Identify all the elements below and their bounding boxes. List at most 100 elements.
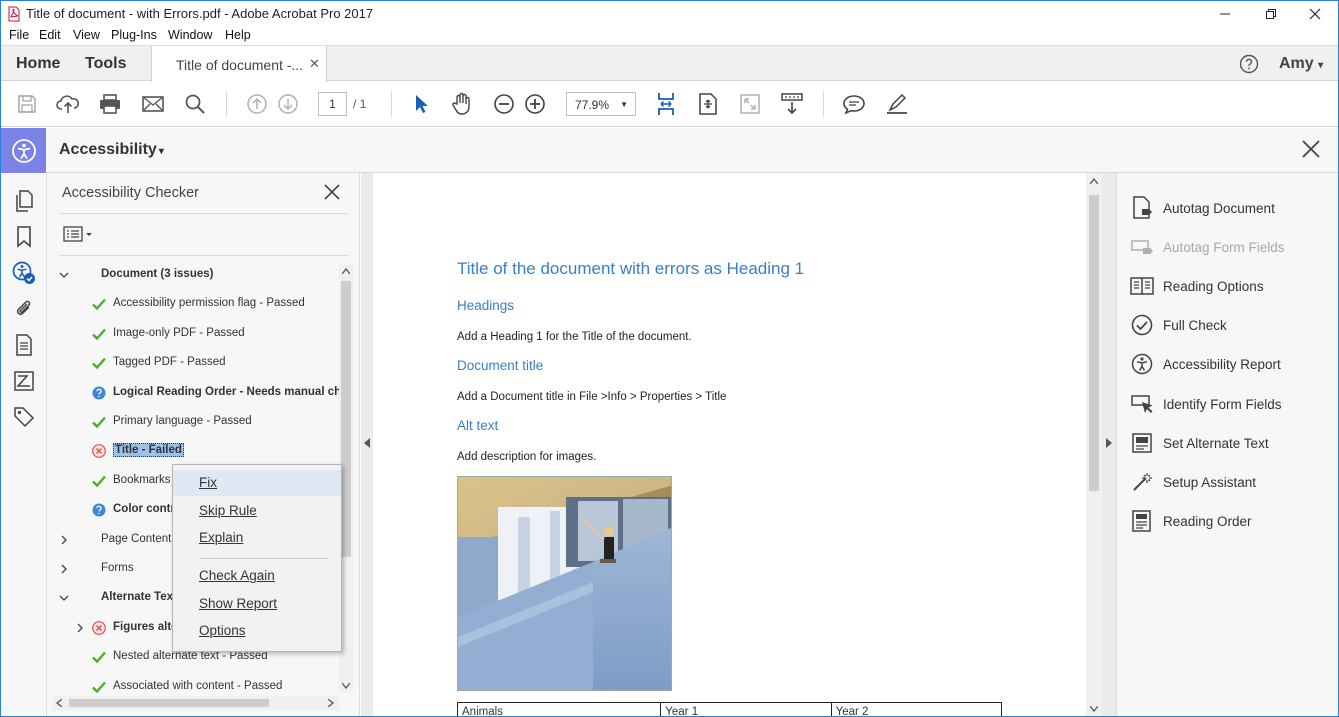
context-menu: Fix Skip Rule Explain Check Again Show R…	[172, 464, 342, 652]
highlight-pen-icon[interactable]	[885, 92, 909, 116]
accessibility-icon[interactable]	[1, 128, 46, 173]
scroll-left-icon[interactable]	[56, 699, 62, 707]
collapse-left-icon[interactable]	[364, 438, 370, 448]
chevron-right-icon[interactable]	[75, 622, 85, 636]
close-window-button[interactable]	[1292, 1, 1338, 26]
fit-page-icon[interactable]	[696, 92, 720, 116]
checker-row[interactable]: Logical Reading Order - Needs manual che…	[47, 382, 339, 404]
close-tool-icon[interactable]	[1300, 138, 1322, 165]
right-panel-toggle[interactable]	[1102, 173, 1116, 716]
menu-edit[interactable]: Edit	[39, 28, 61, 42]
scroll-down-icon[interactable]	[1090, 706, 1098, 712]
print-icon[interactable]	[98, 92, 122, 116]
toolbar-separator	[823, 91, 824, 117]
select-tool-icon[interactable]	[409, 92, 433, 116]
cloud-upload-icon[interactable]	[56, 92, 80, 116]
chevron-down-icon[interactable]	[59, 592, 69, 606]
content-icon[interactable]	[12, 333, 36, 357]
context-menu-options[interactable]: Options	[173, 618, 341, 644]
context-menu-explain[interactable]: Explain	[173, 525, 341, 551]
bookmarks-icon[interactable]	[12, 225, 36, 249]
horizontal-scrollbar[interactable]	[53, 696, 339, 710]
context-menu-check-again[interactable]: Check Again	[173, 563, 341, 589]
menu-plug-ins[interactable]: Plug-Ins	[111, 28, 157, 42]
left-panel-toggle[interactable]	[361, 173, 373, 716]
tool-autotag-document[interactable]: Autotag Document	[1117, 188, 1338, 227]
tool-reading-options[interactable]: Reading Options	[1117, 266, 1338, 305]
menu-view[interactable]: View	[73, 28, 100, 42]
comment-icon[interactable]	[842, 92, 866, 116]
close-checker-icon[interactable]	[323, 183, 341, 206]
pages-icon[interactable]	[12, 189, 36, 213]
tool-set-alternate-text[interactable]: Set Alternate Text	[1117, 423, 1338, 462]
full-screen-icon[interactable]	[738, 92, 762, 116]
chevron-down-icon[interactable]	[59, 269, 69, 283]
checker-row[interactable]: Accessibility permission flag - Passed	[47, 293, 339, 315]
close-tab-icon[interactable]: ✕	[309, 56, 320, 72]
scroll-up-icon[interactable]	[1090, 178, 1098, 184]
hand-tool-icon[interactable]	[450, 92, 474, 116]
scroll-thumb[interactable]	[1089, 195, 1099, 491]
scroll-right-icon[interactable]	[328, 699, 334, 707]
accessibility-tool-bar: Accessibility ▾	[1, 128, 1338, 173]
passed-status-icon	[92, 356, 106, 370]
page-total: / 1	[353, 97, 367, 111]
checker-row[interactable]: Primary language - Passed	[47, 411, 339, 433]
menu-file[interactable]: File	[9, 28, 29, 42]
checker-row[interactable]: Title - Failed	[47, 440, 339, 462]
tags-icon[interactable]	[12, 405, 36, 429]
accessibility-checker-icon[interactable]	[12, 261, 36, 285]
document-vertical-scrollbar[interactable]	[1086, 173, 1102, 716]
help-icon[interactable]	[1239, 54, 1259, 79]
attachments-icon[interactable]	[12, 297, 36, 321]
chevron-right-icon[interactable]	[59, 534, 69, 548]
chevron-right-icon[interactable]	[59, 563, 69, 577]
menu-help[interactable]: Help	[225, 28, 251, 42]
section-heading: Document title	[457, 358, 544, 373]
tool-identify-form-fields[interactable]: Identify Form Fields	[1117, 384, 1338, 423]
context-menu-skip-rule[interactable]: Skip Rule	[173, 498, 341, 524]
scroll-down-icon[interactable]	[342, 683, 350, 689]
tab-tools[interactable]: Tools	[85, 55, 126, 73]
context-menu-fix[interactable]: Fix	[173, 470, 341, 496]
zoom-in-icon[interactable]	[523, 92, 547, 116]
tool-accessibility-report[interactable]: Accessibility Report	[1117, 344, 1338, 383]
collapse-right-icon[interactable]	[1106, 438, 1112, 448]
checker-row[interactable]: Document (3 issues)	[47, 264, 339, 286]
zoom-select[interactable]: 77.9% ▼	[566, 92, 636, 116]
zoom-out-icon[interactable]	[492, 92, 516, 116]
minimize-button[interactable]	[1202, 1, 1248, 26]
tool-label: Identify Form Fields	[1163, 396, 1282, 412]
accessibility-tools-panel: Autotag Document Autotag Form Fields Readi…	[1116, 173, 1338, 716]
tool-reading-order[interactable]: Reading Order	[1117, 501, 1338, 540]
tab-document[interactable]: Title of document -... ✕	[151, 46, 327, 82]
scroll-thumb[interactable]	[69, 699, 269, 707]
checker-row-label: Alternate Text	[101, 591, 177, 604]
scroll-thumb[interactable]	[341, 281, 351, 557]
checker-row[interactable]: Associated with content - Passed	[47, 676, 339, 698]
checker-row[interactable]: Image-only PDF - Passed	[47, 323, 339, 345]
checker-row-label: Tagged PDF - Passed	[113, 356, 226, 369]
previous-page-icon[interactable]	[245, 92, 269, 116]
save-icon[interactable]	[15, 92, 39, 116]
menu-window[interactable]: Window	[168, 28, 212, 42]
tool-setup-assistant[interactable]: Setup Assistant	[1117, 462, 1338, 501]
scroll-up-icon[interactable]	[342, 268, 350, 274]
page-number-input[interactable]: 1	[318, 92, 347, 116]
tool-full-check[interactable]: Full Check	[1117, 305, 1338, 344]
scrolling-mode-icon[interactable]	[780, 92, 804, 116]
context-menu-show-report[interactable]: Show Report	[173, 591, 341, 617]
fit-page-width-icon[interactable]	[654, 92, 678, 116]
next-page-icon[interactable]	[276, 92, 300, 116]
tool-label: Setup Assistant	[1163, 474, 1257, 490]
search-icon[interactable]	[183, 92, 207, 116]
restore-button[interactable]	[1248, 1, 1294, 26]
email-icon[interactable]	[141, 92, 165, 116]
options-menu-icon[interactable]	[63, 225, 95, 248]
user-menu[interactable]: Amy ▾	[1279, 55, 1323, 73]
order-icon[interactable]	[12, 369, 36, 393]
tool-title-dropdown[interactable]: Accessibility ▾	[59, 141, 164, 159]
checker-row[interactable]: Tagged PDF - Passed	[47, 352, 339, 374]
tab-home[interactable]: Home	[16, 55, 60, 73]
user-name: Amy	[1279, 55, 1314, 72]
